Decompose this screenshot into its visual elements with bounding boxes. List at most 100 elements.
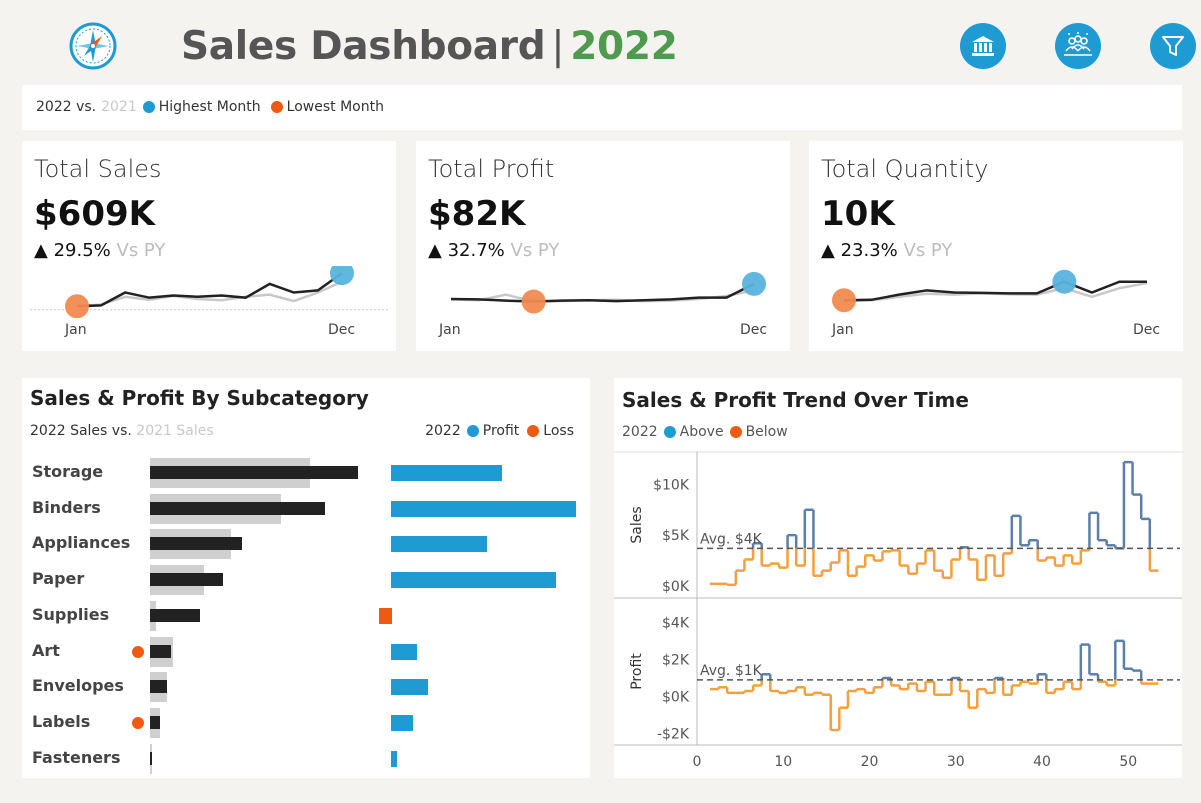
sales-2022-bar [150,608,200,622]
loss-indicator-dot [132,716,144,729]
compass-logo-icon [69,22,117,70]
sales-2022-bar [150,644,171,658]
sales-2022-bar [150,466,358,479]
sales-2022-bar [150,680,167,694]
trend-x-tick: 20 [861,754,879,770]
up-triangle-icon: ▲ [821,240,835,261]
highest-month-marker [330,266,354,286]
lowest-dot-icon [270,101,283,113]
trend-panel: Sales & Profit Trend Over Time 2022 Abov… [614,378,1182,778]
trend-y-tick: $10K [653,477,690,493]
sparkline-end-label: Dec [328,322,356,338]
trend-x-tick: 40 [1033,754,1051,770]
sparkline-current [76,272,343,308]
kpi-sparkline [30,266,388,319]
trend-x-tick: 30 [947,754,965,770]
trend-y-tick: $2K [662,652,690,668]
kpi-change: ▲ 32.7% Vs PY [428,240,559,261]
subcategory-label: Labels [32,711,91,731]
kpi-vs-label: Vs PY [510,240,560,261]
kpi-value: $82K [428,194,526,234]
average-label: Avg. $4K [700,531,763,547]
kpi-value: $609K [34,194,155,234]
bank-icon [972,36,994,56]
profit-dot-icon [466,425,479,437]
profit-legend-year: 2022 [425,423,461,439]
page-title: Sales Dashboard | 2022 [181,24,678,69]
kpi-card-sales: Total Sales $609K ▲ 29.5% Vs PY Jan Dec [22,141,396,351]
trend-y-tick: $0K [662,690,690,706]
title-separator: | [551,24,565,69]
kpi-title: Total Quantity [821,155,989,183]
kpi-sparkline [450,271,766,314]
kpi-sparkline [832,269,1148,313]
people-icon [1064,32,1092,56]
kpi-vs-label: Vs PY [116,240,166,261]
profit-bar [391,750,397,767]
kpi-vs-label: Vs PY [903,240,953,261]
sales-2022-bar [150,537,242,551]
trend-y-tick: $0K [662,579,690,595]
sales-legend-current: 2022 Sales vs. [30,423,132,439]
trend-y-tick: $4K [662,615,690,631]
subcategory-profit-legend: 2022 Profit Loss [425,423,574,439]
sparkline-end-label: Dec [1133,322,1161,338]
kpi-change: ▲ 29.5% Vs PY [34,240,165,261]
trend-axis-label: Sales [629,506,645,543]
loss-dot-icon [527,425,540,437]
kpi-title: Total Profit [428,155,555,183]
sales-2022-bar [150,715,161,729]
kpi-card-quantity: Total Quantity 10K ▲ 23.3% Vs PY Jan Dec [809,141,1183,351]
sales-legend-previous: 2021 Sales [136,423,214,439]
trend-chart: Sales $10K $5K $0K Avg. $4K Profit $4K $2K $0K -$… [614,451,1182,770]
kpi-change-value: 32.7% [447,240,505,261]
kpi-change-value: 29.5% [53,240,111,261]
loss-bar [379,607,392,624]
subcategory-title: Sales & Profit By Subcategory [30,386,369,410]
legend-lowest-month: Lowest Month [286,99,384,115]
filter-button[interactable] [1150,23,1196,69]
sparkline-previous [76,280,343,308]
kpi-value: 10K [821,194,895,234]
bank-button[interactable] [960,23,1006,69]
sales-2022-bar [150,501,325,515]
subcategory-label: Paper [32,569,85,589]
lowest-month-marker [521,289,546,314]
legend-current-year: 2022 vs. [36,99,97,115]
people-button[interactable] [1055,23,1101,69]
sparkline-current [843,280,1147,302]
trend-axis-label: Profit [629,653,645,690]
up-triangle-icon: ▲ [34,240,48,261]
legend-previous-year: 2021 [101,99,137,115]
trend-y-tick: $5K [662,528,690,544]
profit-bar [391,465,502,481]
sparkline-start-label: Jan [65,322,87,338]
average-label: Avg. $1K [700,663,763,679]
kpi-title: Total Sales [34,155,162,183]
highest-month-marker [742,271,766,296]
subcategory-sales-legend: 2022 Sales vs. 2021 Sales [30,423,214,439]
subcategory-label: Fasteners [32,747,121,767]
trend-x-tick: 0 [693,754,702,770]
subcategory-label: Supplies [32,604,110,624]
trend-x-tick: 10 [774,754,792,770]
sparkline-start-label: Jan [439,322,461,338]
lowest-month-marker [65,294,89,319]
up-triangle-icon: ▲ [428,240,442,261]
highest-month-marker [1052,269,1077,294]
highest-dot-icon [142,101,155,113]
profit-bar [391,536,488,553]
profit-bar [391,643,417,660]
dashboard-title: Sales Dashboard [181,24,546,69]
filter-icon [1162,36,1184,56]
profit-bar [391,500,576,517]
trend-x-tick: 50 [1119,754,1137,770]
profit-bar [391,679,428,696]
loss-legend-label: Loss [543,423,574,439]
subcategory-label: Envelopes [32,676,124,696]
trend-y-tick: -$2K [657,727,690,743]
profit-bar [391,572,556,589]
sales-2022-bar [150,751,153,765]
legend-highest-month: Highest Month [158,99,261,115]
sparkline-end-label: Dec [740,322,768,338]
